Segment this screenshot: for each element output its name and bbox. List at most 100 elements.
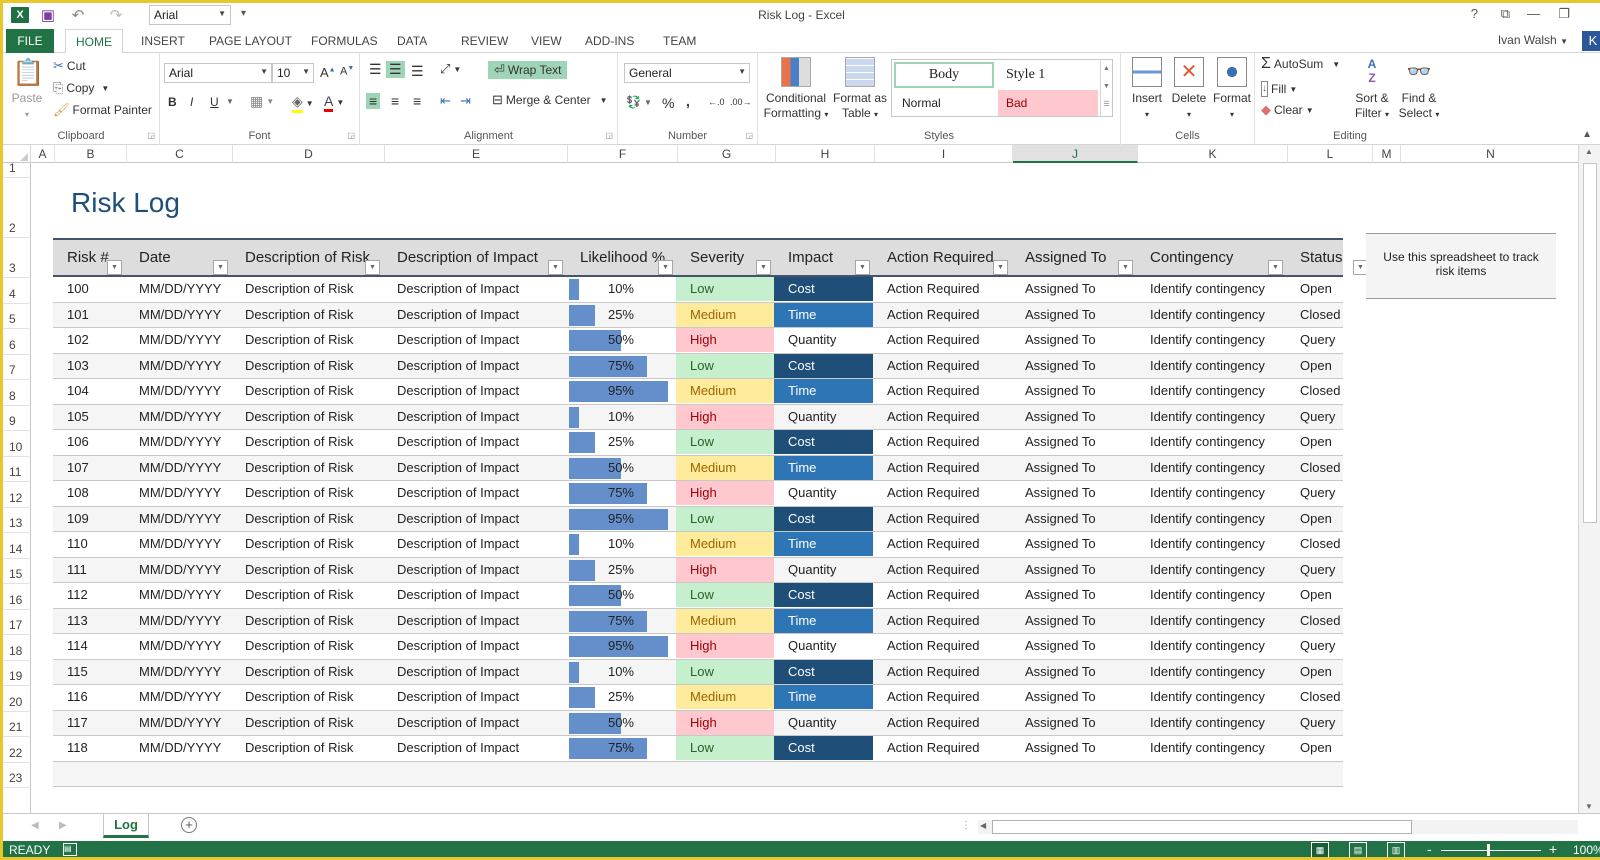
column-header-n[interactable]: N xyxy=(1401,145,1581,163)
cell-contingency[interactable]: Identify contingency xyxy=(1136,328,1286,352)
cell-action[interactable]: Action Required xyxy=(873,583,1011,607)
cell-assigned[interactable]: Assigned To xyxy=(1011,430,1136,454)
cell-impact-desc[interactable]: Description of Impact xyxy=(383,634,566,658)
cell-action[interactable]: Action Required xyxy=(873,685,1011,709)
clear-button[interactable]: ◆ Clear ▼ xyxy=(1261,103,1314,118)
row-header-15[interactable]: 15 xyxy=(3,559,31,584)
cell-id[interactable]: 101 xyxy=(53,303,125,327)
row-header-2[interactable]: 2 xyxy=(3,178,31,238)
decrease-font-button[interactable]: A▼ xyxy=(340,65,354,78)
filter-dropdown-icon[interactable]: ▼ xyxy=(658,260,673,275)
cell-assigned[interactable]: Assigned To xyxy=(1011,481,1136,505)
filter-dropdown-icon[interactable]: ▼ xyxy=(1118,260,1133,275)
cell-risk[interactable]: Description of Risk xyxy=(231,532,383,556)
cell-risk[interactable]: Description of Risk xyxy=(231,685,383,709)
cell-action[interactable]: Action Required xyxy=(873,634,1011,658)
row-header-20[interactable]: 20 xyxy=(3,686,31,712)
prev-sheet-icon[interactable]: ◀ xyxy=(31,820,39,831)
cell-status[interactable]: Query xyxy=(1286,558,1371,582)
cell-likelihood[interactable]: 75% xyxy=(566,354,676,378)
row-header-3[interactable]: 3 xyxy=(3,238,31,278)
scroll-up-icon[interactable]: ▲ xyxy=(1585,147,1593,156)
cell-id[interactable]: 116 xyxy=(53,685,125,709)
cell-status[interactable]: Query xyxy=(1286,634,1371,658)
cell-severity[interactable]: Low xyxy=(676,736,774,760)
row-header-13[interactable]: 13 xyxy=(3,508,31,533)
cell-id[interactable]: 110 xyxy=(53,532,125,556)
cell-date[interactable]: MM/DD/YYYY xyxy=(125,277,231,301)
cell-action[interactable]: Action Required xyxy=(873,328,1011,352)
cell-likelihood[interactable]: 10% xyxy=(566,277,676,301)
cell-status[interactable]: Closed xyxy=(1286,685,1371,709)
cell-id[interactable]: 104 xyxy=(53,379,125,403)
column-header-f[interactable]: F xyxy=(568,145,678,163)
normal-view-icon[interactable]: ▦ xyxy=(1311,842,1329,857)
cell-likelihood[interactable]: 25% xyxy=(566,685,676,709)
cell-id[interactable]: 111 xyxy=(53,558,125,582)
cell-contingency[interactable]: Identify contingency xyxy=(1136,303,1286,327)
row-header-12[interactable]: 12 xyxy=(3,482,31,508)
zoom-slider[interactable] xyxy=(1441,850,1541,851)
cell-date[interactable]: MM/DD/YYYY xyxy=(125,634,231,658)
cell-severity[interactable]: Medium xyxy=(676,685,774,709)
cell-contingency[interactable]: Identify contingency xyxy=(1136,736,1286,760)
tab-data[interactable]: DATA xyxy=(387,29,437,53)
cell-impact-desc[interactable]: Description of Impact xyxy=(383,532,566,556)
align-top-button[interactable]: ☰ xyxy=(366,61,385,78)
cell-impact[interactable]: Cost xyxy=(774,430,873,454)
page-break-view-icon[interactable]: ▥ xyxy=(1387,842,1405,857)
cell-impact-desc[interactable]: Description of Impact xyxy=(383,379,566,403)
cell-action[interactable]: Action Required xyxy=(873,430,1011,454)
column-header-j[interactable]: J xyxy=(1013,145,1138,163)
add-sheet-icon[interactable]: + xyxy=(181,817,197,833)
cell-status[interactable]: Closed xyxy=(1286,303,1371,327)
row-header-10[interactable]: 10 xyxy=(3,431,31,457)
cell-likelihood[interactable]: 50% xyxy=(566,583,676,607)
zoom-level[interactable]: 100% xyxy=(1573,843,1600,857)
cell-impact[interactable]: Cost xyxy=(774,736,873,760)
cell-date[interactable]: MM/DD/YYYY xyxy=(125,583,231,607)
row-header-18[interactable]: 18 xyxy=(3,635,31,661)
cell-assigned[interactable]: Assigned To xyxy=(1011,660,1136,684)
filter-dropdown-icon[interactable]: ▼ xyxy=(365,260,380,275)
cell-impact[interactable]: Cost xyxy=(774,353,873,378)
cell-severity[interactable]: Low xyxy=(676,506,774,531)
vertical-scrollbar[interactable]: ▲ ▼ xyxy=(1578,145,1600,813)
increase-decimal-button[interactable]: ←.0 xyxy=(708,97,725,107)
tab-file[interactable]: FILE xyxy=(6,29,54,53)
tab-team[interactable]: TEAM xyxy=(653,29,706,53)
cell-date[interactable]: MM/DD/YYYY xyxy=(125,609,231,633)
row-header-4[interactable]: 4 xyxy=(3,278,31,304)
percent-button[interactable]: % xyxy=(662,95,674,111)
paste-button[interactable]: 📋 Paste ▾ xyxy=(9,57,45,122)
cell-risk[interactable]: Description of Risk xyxy=(231,405,383,429)
cell-risk[interactable]: Description of Risk xyxy=(231,660,383,684)
sort-filter-button[interactable]: AZ Sort & Filter ▾ xyxy=(1349,57,1395,122)
column-header-e[interactable]: E xyxy=(385,145,568,163)
cell-assigned[interactable]: Assigned To xyxy=(1011,609,1136,633)
cell-severity[interactable]: High xyxy=(676,557,774,582)
column-header-h[interactable]: H xyxy=(776,145,875,163)
cell-date[interactable]: MM/DD/YYYY xyxy=(125,558,231,582)
tab-view[interactable]: VIEW xyxy=(521,29,572,53)
cell-assigned[interactable]: Assigned To xyxy=(1011,303,1136,327)
split-handle-icon[interactable]: ⋮ xyxy=(961,820,971,831)
cell-assigned[interactable]: Assigned To xyxy=(1011,558,1136,582)
filter-dropdown-icon[interactable]: ▼ xyxy=(756,260,771,275)
column-header-a[interactable]: A xyxy=(31,145,55,163)
cell-impact-desc[interactable]: Description of Impact xyxy=(383,558,566,582)
cell-impact-desc[interactable]: Description of Impact xyxy=(383,609,566,633)
cell-impact-desc[interactable]: Description of Impact xyxy=(383,711,566,735)
column-header-l[interactable]: L xyxy=(1288,145,1373,163)
cell-impact-desc[interactable]: Description of Impact xyxy=(383,405,566,429)
cell-assigned[interactable]: Assigned To xyxy=(1011,685,1136,709)
filter-dropdown-icon[interactable]: ▼ xyxy=(213,260,228,275)
cell-action[interactable]: Action Required xyxy=(873,354,1011,378)
cell-contingency[interactable]: Identify contingency xyxy=(1136,481,1286,505)
cell-severity[interactable]: Low xyxy=(676,277,774,301)
cell-contingency[interactable]: Identify contingency xyxy=(1136,532,1286,556)
minimize-icon[interactable]: — xyxy=(1527,6,1540,21)
zoom-out-icon[interactable]: - xyxy=(1427,841,1432,857)
cell-impact-desc[interactable]: Description of Impact xyxy=(383,303,566,327)
cell-severity[interactable]: Low xyxy=(676,353,774,378)
